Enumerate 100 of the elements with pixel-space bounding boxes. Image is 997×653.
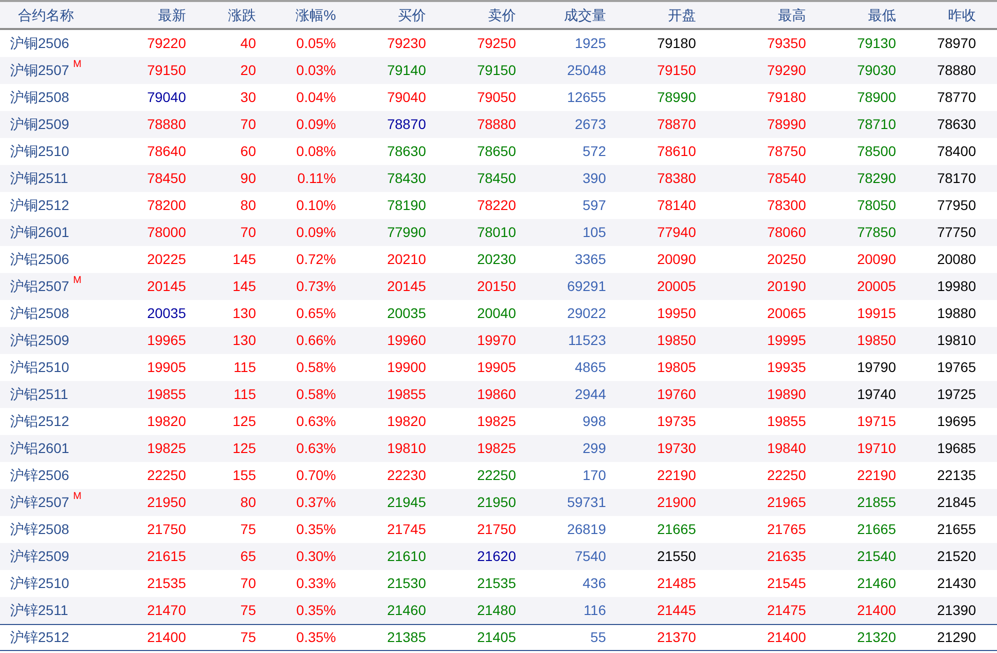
table-cell-text: 20080 [936, 250, 976, 269]
table-cell-text: 2673 [574, 115, 606, 134]
table-cell-text: 115 [232, 385, 256, 404]
table-cell-text: 60 [239, 142, 256, 161]
table-cell-text: 79150 [656, 61, 696, 80]
table-row[interactable]: 沪铝2511 19855 115 0.58% 19855 19860 2944 19760 19890 19740 19725 [0, 381, 997, 408]
table-cell-text: 19905 [476, 358, 516, 377]
table-cell-text: 78170 [936, 169, 976, 188]
table-cell-text: 78500 [856, 142, 896, 161]
table-cell-text: 19730 [656, 439, 696, 458]
table-cell-text: 21950 [476, 493, 516, 512]
table-row[interactable]: 沪锌2512 21400 75 0.35% 21385 21405 55 21370 21400 21320 21290 [0, 624, 997, 651]
table-cell-text: 21540 [856, 547, 896, 566]
table-cell-text: 3365 [574, 250, 606, 269]
table-cell-text: 80 [239, 196, 256, 215]
table-cell-text: 19980 [936, 277, 976, 296]
table-cell-text: 0.65% [295, 304, 336, 323]
table-cell-text: 4865 [574, 358, 606, 377]
table-cell-text: 69291 [566, 277, 606, 296]
column-header[interactable]: 昨收 [896, 4, 976, 26]
table-cell-text: 78450 [146, 169, 186, 188]
table-cell-text: 70 [239, 574, 256, 593]
column-header[interactable]: 涨跌 [186, 4, 256, 26]
table-row[interactable]: 沪铝2507 M 20145 145 0.73% 20145 20150 69291 20005 20190 20005 19980 [0, 273, 997, 300]
table-cell-text: 19900 [386, 358, 426, 377]
table-cell-text: 78770 [936, 88, 976, 107]
table-cell-text: 77850 [856, 223, 896, 242]
table-cell-text: 19810 [936, 331, 976, 350]
table-cell-text: 7540 [574, 547, 606, 566]
table-cell-text: 78870 [656, 115, 696, 134]
table-cell-text: 78430 [386, 169, 426, 188]
table-cell-text: 130 [232, 304, 256, 323]
table-cell-text: 65 [239, 547, 256, 566]
table-row[interactable]: 沪锌2507 M 21950 80 0.37% 21945 21950 59731 21900 21965 21855 21845 [0, 489, 997, 516]
table-cell-text: 20005 [656, 277, 696, 296]
table-cell-text: 0.09% [295, 115, 336, 134]
table-cell-text: 22250 [766, 466, 806, 485]
table-row[interactable]: 沪铜2507 M 79150 20 0.03% 79140 79150 25048 79150 79290 79030 78880 [0, 57, 997, 84]
table-cell-text: 21400 [856, 601, 896, 620]
table-cell-text: 21460 [856, 574, 896, 593]
table-cell-text: 20210 [386, 250, 426, 269]
column-header[interactable]: 买价 [336, 4, 426, 26]
contract-name: 沪铜2512 [10, 196, 70, 215]
table-cell-text: 21480 [476, 601, 516, 620]
column-header[interactable]: 涨幅% [256, 4, 336, 26]
table-cell-text: 78220 [476, 196, 516, 215]
table-cell-text: 21845 [936, 493, 976, 512]
column-header[interactable]: 最新 [110, 4, 186, 26]
table-cell-text: 21485 [656, 574, 696, 593]
table-cell-text: 20065 [766, 304, 806, 323]
table-cell-text: 79180 [656, 34, 696, 53]
table-cell-text: 19820 [146, 412, 186, 431]
table-cell-text: 78650 [476, 142, 516, 161]
table-cell-text: 20035 [146, 304, 186, 323]
table-row[interactable]: 沪铜2509 78880 70 0.09% 78870 78880 2673 78870 78990 78710 78630 [0, 111, 997, 138]
table-cell-text: 21945 [386, 493, 426, 512]
table-cell-text: 21400 [766, 628, 806, 647]
table-cell-text: 77990 [386, 223, 426, 242]
table-cell-text: 21750 [146, 520, 186, 539]
table-cell-text: 22190 [656, 466, 696, 485]
table-cell-text: 19825 [476, 412, 516, 431]
table-cell-text: 19790 [856, 358, 896, 377]
table-row[interactable]: 沪铜2511 78450 90 0.11% 78430 78450 390 78380 78540 78290 78170 [0, 165, 997, 192]
table-cell-text: 20090 [656, 250, 696, 269]
table-row[interactable]: 沪铝2601 19825 125 0.63% 19810 19825 299 19730 19840 19710 19685 [0, 435, 997, 462]
column-header[interactable]: 卖价 [426, 4, 516, 26]
table-cell-text: 115 [232, 358, 256, 377]
main-contract-tag: M [73, 60, 82, 70]
table-cell-text: 78710 [856, 115, 896, 134]
table-cell-text: 0.04% [295, 88, 336, 107]
table-cell-text: 78190 [386, 196, 426, 215]
table-cell-text: 78630 [936, 115, 976, 134]
column-header[interactable]: 最低 [806, 4, 896, 26]
column-header[interactable]: 合约名称 [0, 4, 110, 26]
table-cell-text: 19855 [766, 412, 806, 431]
contract-name: 沪铜2601 [10, 223, 70, 242]
table-row[interactable]: 沪铝2509 19965 130 0.66% 19960 19970 11523 19850 19995 19850 19810 [0, 327, 997, 354]
table-cell-text: 78880 [476, 115, 516, 134]
column-header[interactable]: 最高 [696, 4, 806, 26]
table-cell-text: 0.72% [295, 250, 336, 269]
table-cell-text: 299 [582, 439, 606, 458]
table-cell-text: 20090 [856, 250, 896, 269]
table-row[interactable]: 沪锌2509 21615 65 0.30% 21610 21620 7540 21550 21635 21540 21520 [0, 543, 997, 570]
table-cell-text: 55 [589, 628, 606, 647]
column-header[interactable]: 成交量 [516, 4, 606, 26]
table-cell-text: 20035 [386, 304, 426, 323]
table-row[interactable]: 沪铜2601 78000 70 0.09% 77990 78010 105 77940 78060 77850 77750 [0, 219, 997, 246]
contract-name: 沪锌2506 [10, 466, 70, 485]
contract-name: 沪铝2511 [10, 385, 68, 404]
table-cell-text: 77940 [656, 223, 696, 242]
table-cell-text: 19825 [146, 439, 186, 458]
table-cell-text: 0.03% [295, 61, 336, 80]
table-cell-text: 19735 [656, 412, 696, 431]
table-cell-text: 70 [239, 115, 256, 134]
table-cell-text: 19855 [146, 385, 186, 404]
table-cell-text: 78880 [936, 61, 976, 80]
table-row[interactable]: 沪锌2511 21470 75 0.35% 21460 21480 116 21445 21475 21400 21390 [0, 597, 997, 624]
table-cell-text: 78200 [146, 196, 186, 215]
column-header[interactable]: 开盘 [606, 4, 696, 26]
table-cell-text: 79030 [856, 61, 896, 80]
